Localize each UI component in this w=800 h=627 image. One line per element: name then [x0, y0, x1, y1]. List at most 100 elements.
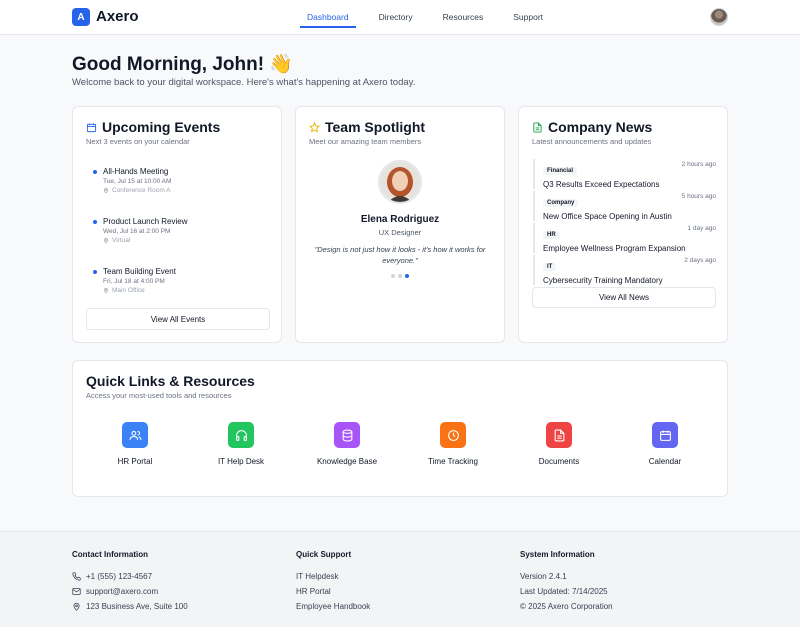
phone-text[interactable]: +1 (555) 123-4567: [86, 572, 152, 581]
quicklink-label: IT Help Desk: [217, 457, 265, 466]
footer-heading: System Information: [520, 550, 595, 559]
quicklink-label: Documents: [538, 457, 580, 466]
news-subtitle: Latest announcements and updates: [532, 137, 652, 146]
headphones-icon: [228, 422, 254, 448]
news-tag: HR: [543, 231, 560, 239]
footer-support: Quick Support IT Helpdesk HR Portal Empl…: [296, 550, 370, 614]
quicklink-calendar[interactable]: Calendar: [625, 422, 705, 466]
spotlight-card: Team Spotlight Meet our amazing team mem…: [295, 106, 505, 343]
top-header: A Axero Dashboard Directory Resources Su…: [0, 0, 800, 35]
quicklink-label: Time Tracking: [428, 457, 478, 466]
document-icon: [533, 121, 542, 133]
news-tag: IT: [543, 263, 557, 271]
event-date: Tue, Jul 15 at 10:00 AM: [103, 178, 172, 185]
greeting-subtitle: Welcome back to your digital workspace. …: [72, 77, 416, 88]
quicklink-label: HR Portal: [117, 457, 153, 466]
news-title-text: Company News: [548, 119, 653, 135]
footer-email: support@axero.com: [72, 584, 188, 599]
quicklinks-card: Quick Links & Resources Access your most…: [72, 360, 728, 497]
calendar-icon: [652, 422, 678, 448]
clock-icon: [440, 422, 466, 448]
carousel-dot[interactable]: [398, 274, 402, 278]
news-time: 5 hours ago: [681, 193, 716, 200]
footer-link-hr-portal[interactable]: HR Portal: [296, 584, 370, 599]
address-text: 123 Business Ave, Suite 100: [86, 602, 188, 611]
footer-link-it-helpdesk[interactable]: IT Helpdesk: [296, 569, 370, 584]
nav-dashboard[interactable]: Dashboard: [300, 0, 356, 28]
news-item[interactable]: Financial 2 hours ago Q3 Results Exceed …: [533, 159, 716, 189]
events-subtitle: Next 3 events on your calendar: [86, 137, 190, 146]
system-copyright: © 2025 Axero Corporation: [520, 602, 613, 611]
events-title-text: Upcoming Events: [102, 119, 221, 135]
footer-system: System Information Version 2.4.1 Last Up…: [520, 550, 613, 614]
footer-heading: Contact Information: [72, 550, 148, 559]
event-bullet: [93, 270, 97, 274]
document-icon: [546, 422, 572, 448]
carousel-dot-active[interactable]: [405, 274, 409, 278]
event-location-text: Virtual: [112, 237, 131, 244]
footer-link-employee-handbook[interactable]: Employee Handbook: [296, 599, 370, 614]
events-card: Upcoming Events Next 3 events on your ca…: [72, 106, 282, 343]
email-text[interactable]: support@axero.com: [86, 587, 158, 596]
news-headline: New Office Space Opening in Austin: [543, 212, 672, 221]
news-tag: Company: [543, 199, 579, 207]
event-bullet: [93, 170, 97, 174]
event-location: Conference Room A: [103, 187, 171, 194]
footer-phone: +1 (555) 123-4567: [72, 569, 188, 584]
footer-contact: Contact Information +1 (555) 123-4567 su…: [72, 550, 188, 614]
map-pin-icon: [73, 602, 80, 611]
quicklink-it-help-desk[interactable]: IT Help Desk: [201, 422, 281, 466]
news-item[interactable]: HR 1 day ago Employee Wellness Program E…: [533, 223, 716, 253]
spotlight-title: Team Spotlight: [309, 119, 425, 135]
brand-name[interactable]: Axero: [96, 8, 139, 25]
spotlight-title-text: Team Spotlight: [325, 119, 426, 135]
phone-icon: [72, 572, 81, 581]
logo-icon[interactable]: A: [72, 8, 90, 26]
user-avatar[interactable]: [710, 8, 728, 26]
main-nav: Dashboard Directory Resources Support: [300, 0, 566, 35]
quicklinks-title: Quick Links & Resources: [86, 373, 255, 389]
news-tag: Financial: [543, 167, 578, 175]
mail-icon: [72, 588, 81, 595]
map-pin-icon: [103, 188, 109, 194]
event-location-text: Conference Room A: [112, 187, 171, 194]
event-title: Team Building Event: [103, 267, 176, 276]
greeting-title: Good Morning, John! 👋: [72, 54, 294, 75]
event-title: All-Hands Meeting: [103, 167, 169, 176]
footer: Contact Information +1 (555) 123-4567 su…: [0, 531, 800, 627]
event-location-text: Main Office: [112, 287, 145, 294]
view-all-news-button[interactable]: View All News: [532, 287, 716, 308]
quicklink-hr-portal[interactable]: HR Portal: [95, 422, 175, 466]
event-location: Main Office: [103, 287, 145, 294]
news-headline: Q3 Results Exceed Expectations: [543, 180, 660, 189]
carousel-dots: [391, 274, 412, 278]
news-card: Company News Latest announcements and up…: [518, 106, 728, 343]
nav-support[interactable]: Support: [506, 0, 550, 35]
news-title: Company News: [532, 119, 652, 135]
news-time: 1 day ago: [687, 225, 716, 232]
carousel-dot[interactable]: [391, 274, 395, 278]
event-date: Wed, Jul 16 at 2:00 PM: [103, 228, 171, 235]
quicklink-knowledge-base[interactable]: Knowledge Base: [307, 422, 387, 466]
nav-resources[interactable]: Resources: [436, 0, 491, 35]
view-all-events-button[interactable]: View All Events: [86, 308, 270, 330]
spotlight-subtitle: Meet our amazing team members: [309, 137, 422, 146]
map-pin-icon: [103, 238, 109, 244]
spotlight-quote: "Design is not just how it looks - it's …: [314, 245, 486, 265]
news-item[interactable]: Company 5 hours ago New Office Space Ope…: [533, 191, 716, 221]
event-date: Fri, Jul 18 at 4:00 PM: [103, 278, 165, 285]
news-item[interactable]: IT 2 days ago Cybersecurity Training Man…: [533, 255, 716, 285]
calendar-icon: [86, 122, 97, 132]
event-location: Virtual: [103, 237, 130, 244]
footer-heading: Quick Support: [296, 550, 352, 559]
map-pin-icon: [103, 288, 109, 294]
quicklink-time-tracking[interactable]: Time Tracking: [413, 422, 493, 466]
users-icon: [122, 422, 148, 448]
event-bullet: [93, 220, 97, 224]
spotlight-role: UX Designer: [378, 228, 422, 237]
quicklink-label: Knowledge Base: [316, 457, 378, 466]
quicklink-documents[interactable]: Documents: [519, 422, 599, 466]
nav-directory[interactable]: Directory: [372, 0, 420, 35]
news-time: 2 days ago: [684, 257, 716, 264]
quicklinks-subtitle: Access your most-used tools and resource…: [86, 391, 232, 400]
